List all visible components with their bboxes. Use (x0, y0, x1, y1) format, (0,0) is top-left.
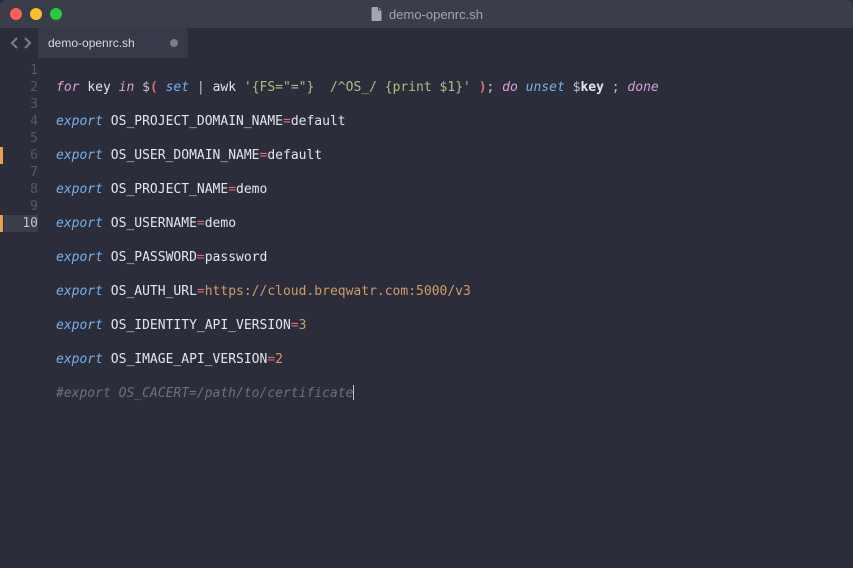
code-line[interactable]: export OS_IDENTITY_API_VERSION=3 (56, 317, 853, 334)
code-line[interactable]: export OS_USERNAME=demo (56, 215, 853, 232)
close-window-button[interactable] (10, 8, 22, 20)
line-number: 6 (4, 147, 38, 164)
code-content[interactable]: for key in $( set | awk '{FS="="} /^OS_/… (48, 62, 853, 568)
line-number: 7 (4, 164, 38, 181)
window-title: demo-openrc.sh (370, 7, 483, 22)
tabbar: demo-openrc.sh (0, 28, 853, 58)
line-number: 2 (4, 79, 38, 96)
line-number: 4 (4, 113, 38, 130)
line-number: 3 (4, 96, 38, 113)
text-cursor (353, 385, 354, 400)
back-button[interactable] (10, 37, 20, 49)
code-line[interactable]: export OS_AUTH_URL=https://cloud.breqwat… (56, 283, 853, 300)
tab-demo-openrc[interactable]: demo-openrc.sh (38, 28, 188, 58)
nav-arrows (4, 28, 38, 58)
code-line[interactable]: export OS_USER_DOMAIN_NAME=default (56, 147, 853, 164)
minimize-window-button[interactable] (30, 8, 42, 20)
code-line[interactable]: export OS_PROJECT_DOMAIN_NAME=default (56, 113, 853, 130)
line-number: 1 (4, 62, 38, 79)
line-number: 9 (4, 198, 38, 215)
editor-area[interactable]: 1 2 3 4 5 6 7 8 9 10 for key in $( set |… (0, 58, 853, 568)
titlebar[interactable]: demo-openrc.sh (0, 0, 853, 28)
diff-mark (0, 215, 3, 232)
code-line[interactable]: export OS_IMAGE_API_VERSION=2 (56, 351, 853, 368)
code-line[interactable]: #export OS_CACERT=/path/to/certificate (56, 385, 853, 402)
code-line[interactable]: for key in $( set | awk '{FS="="} /^OS_/… (56, 79, 853, 96)
file-icon (370, 7, 383, 22)
forward-button[interactable] (22, 37, 32, 49)
tab-label: demo-openrc.sh (48, 36, 135, 50)
code-line[interactable]: export OS_PROJECT_NAME=demo (56, 181, 853, 198)
traffic-lights (10, 8, 62, 20)
diff-mark (0, 147, 3, 164)
code-line[interactable]: export OS_PASSWORD=password (56, 249, 853, 266)
maximize-window-button[interactable] (50, 8, 62, 20)
line-number-gutter: 1 2 3 4 5 6 7 8 9 10 (4, 62, 48, 568)
line-number: 10 (4, 215, 38, 232)
line-number: 5 (4, 130, 38, 147)
window-title-text: demo-openrc.sh (389, 7, 483, 22)
editor-window: demo-openrc.sh demo-openrc.sh 1 2 3 4 5 (0, 0, 853, 568)
line-number: 8 (4, 181, 38, 198)
modified-indicator-icon (170, 39, 178, 47)
diff-gutter (0, 62, 4, 568)
